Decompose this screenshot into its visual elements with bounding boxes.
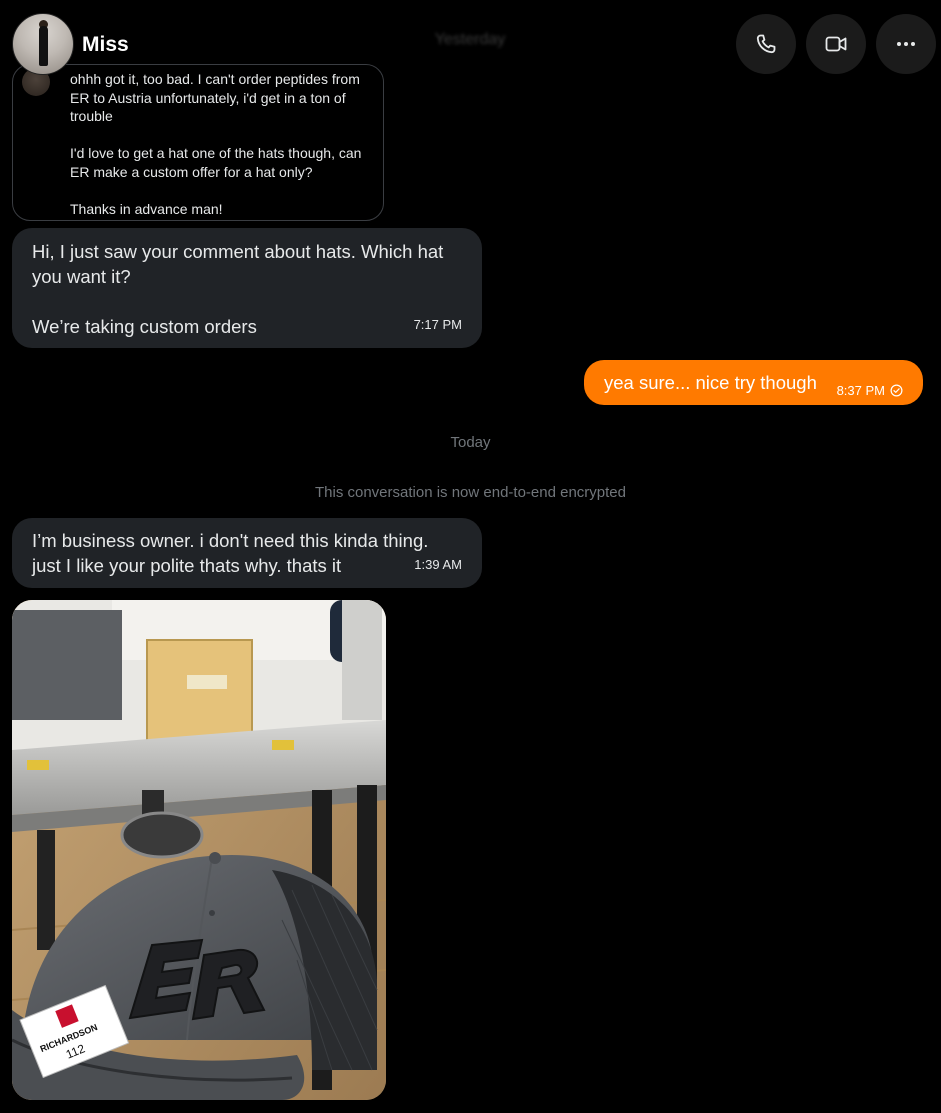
more-options-button[interactable] (876, 14, 936, 74)
message-timestamp: 8:37 PM (836, 383, 885, 398)
contact-avatar[interactable] (12, 13, 74, 75)
avatar-figure-body (39, 26, 48, 66)
message-meta: 8:37 PM (837, 378, 903, 403)
video-icon (825, 36, 847, 52)
message-timestamp: 7:17 PM (413, 317, 462, 332)
message-text: I’m business owner. i don't need this ki… (32, 530, 429, 576)
message-bubble-incoming[interactable]: I’m business owner. i don't need this ki… (12, 518, 482, 588)
message-timestamp: 1:39 AM (414, 557, 462, 572)
contact-name[interactable]: Miss (82, 33, 129, 57)
call-button[interactable] (736, 14, 796, 74)
message-bubble-outgoing[interactable]: yea sure... nice try though 8:37 PM (584, 360, 923, 405)
sticky-date-label: Yesterday (434, 31, 506, 48)
video-call-button[interactable] (806, 14, 866, 74)
hat-photo-illustration: RICHARDSON 112 (12, 600, 386, 1100)
dm-conversation: Miss Yesterday ohhh got it, too bad. I c… (0, 0, 941, 1113)
quoted-message-card[interactable]: ohhh got it, too bad. I can't order pept… (12, 64, 384, 221)
quoted-message-text: ohhh got it, too bad. I can't order pept… (70, 71, 362, 217)
more-icon (897, 42, 915, 46)
message-bubble-incoming[interactable]: Hi, I just saw your comment about hats. … (12, 228, 482, 348)
message-text: Hi, I just saw your comment about hats. … (32, 241, 444, 337)
message-photo[interactable]: RICHARDSON 112 (12, 600, 386, 1100)
day-separator: Today (450, 434, 491, 451)
phone-icon (756, 34, 776, 54)
check-circle-icon (890, 384, 903, 397)
encryption-notice: This conversation is now end-to-end encr… (314, 484, 626, 501)
